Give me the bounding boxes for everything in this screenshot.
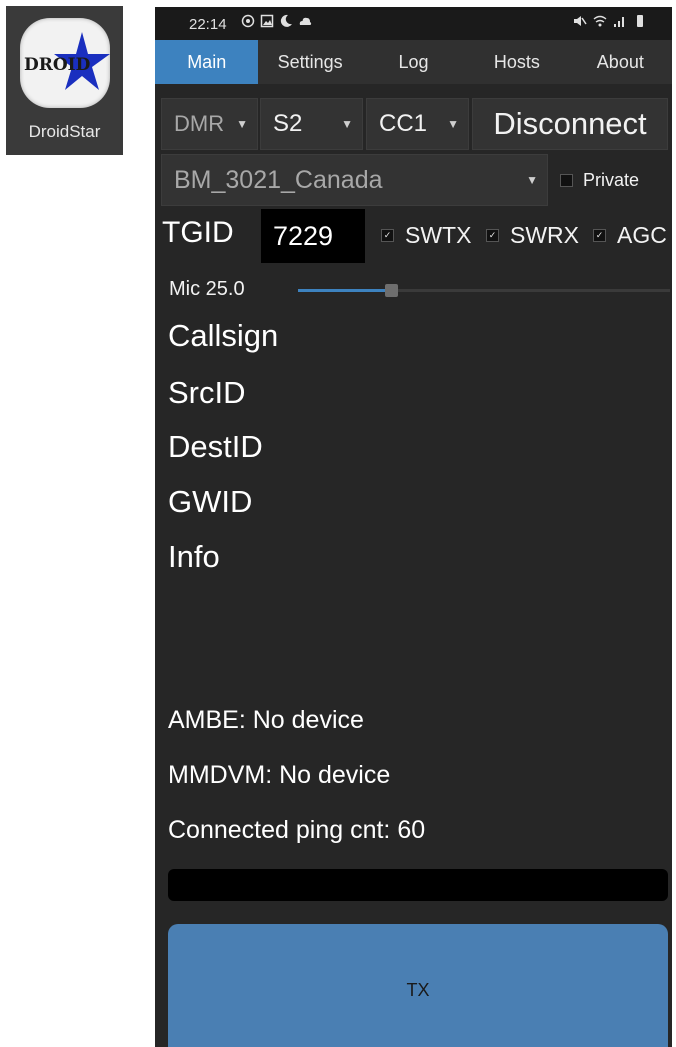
gallery-icon xyxy=(260,14,274,28)
swrx-label: SWRX xyxy=(510,222,579,248)
tab-bar: Main Settings Log Hosts About xyxy=(155,40,672,84)
host-dropdown[interactable]: BM_3021_Canada ▼ xyxy=(161,154,548,206)
signal-icon xyxy=(614,17,624,27)
mic-slider-fill xyxy=(298,289,391,292)
mode-dropdown[interactable]: DMR ▼ xyxy=(161,98,258,150)
status-bar: 22:14 xyxy=(155,7,672,40)
chevron-down-icon: ▼ xyxy=(236,117,248,131)
tgid-input[interactable]: 7229 xyxy=(261,209,365,263)
launcher-label: DroidStar xyxy=(28,122,101,141)
private-checkbox[interactable] xyxy=(560,174,573,187)
mute-icon xyxy=(574,16,587,26)
swrx-checkbox[interactable]: ✓ xyxy=(486,229,499,242)
mic-level-label: Mic 25.0 xyxy=(169,278,245,300)
phone-screen: 22:14 Main Settings Log Hosts About DMR … xyxy=(155,7,672,1047)
mic-slider-thumb[interactable] xyxy=(385,284,398,297)
agc-label: AGC xyxy=(617,222,667,248)
battery-icon xyxy=(637,15,643,27)
level-meter xyxy=(168,869,668,901)
agc-checkbox[interactable]: ✓ xyxy=(593,229,606,242)
mode-value: DMR xyxy=(174,111,225,136)
whatsapp-icon xyxy=(241,14,255,28)
tx-button[interactable]: TX xyxy=(168,924,668,1047)
ping-status: Connected ping cnt: 60 xyxy=(168,816,426,844)
destid-field: DestID xyxy=(168,429,263,464)
tab-hosts[interactable]: Hosts xyxy=(465,40,568,84)
ambe-status: AMBE: No device xyxy=(168,706,364,734)
moon-icon xyxy=(280,14,292,27)
cloud-icon xyxy=(299,17,312,25)
droidstar-app-icon[interactable]: DROID xyxy=(20,18,110,108)
srcid-field: SrcID xyxy=(168,375,246,410)
swtx-checkbox[interactable]: ✓ xyxy=(381,229,394,242)
tab-log[interactable]: Log xyxy=(362,40,465,84)
status-time: 22:14 xyxy=(189,16,227,33)
logo-text: DROID xyxy=(24,55,91,75)
wifi-icon xyxy=(593,15,607,27)
slot-dropdown[interactable]: S2 ▼ xyxy=(260,98,363,150)
gwid-field: GWID xyxy=(168,484,253,519)
private-label: Private xyxy=(583,170,640,190)
slot-value: S2 xyxy=(273,110,303,137)
swtx-label: SWTX xyxy=(405,222,472,248)
chevron-down-icon: ▼ xyxy=(526,173,538,187)
color-code-dropdown[interactable]: CC1 ▼ xyxy=(366,98,469,150)
disconnect-button[interactable]: Disconnect xyxy=(472,98,668,150)
mmdvm-status: MMDVM: No device xyxy=(168,761,391,789)
color-code-value: CC1 xyxy=(379,110,428,137)
tgid-label: TGID xyxy=(162,216,234,249)
tab-settings[interactable]: Settings xyxy=(258,40,361,84)
app-launcher[interactable]: DROID DroidStar xyxy=(6,6,123,155)
tab-main[interactable]: Main xyxy=(155,40,259,84)
host-value: BM_3021_Canada xyxy=(174,166,383,194)
chevron-down-icon: ▼ xyxy=(447,117,459,131)
tab-about[interactable]: About xyxy=(569,40,672,84)
callsign-field: Callsign xyxy=(168,318,279,353)
chevron-down-icon: ▼ xyxy=(341,117,353,131)
info-field: Info xyxy=(168,539,220,574)
mic-slider-track[interactable] xyxy=(298,289,670,292)
